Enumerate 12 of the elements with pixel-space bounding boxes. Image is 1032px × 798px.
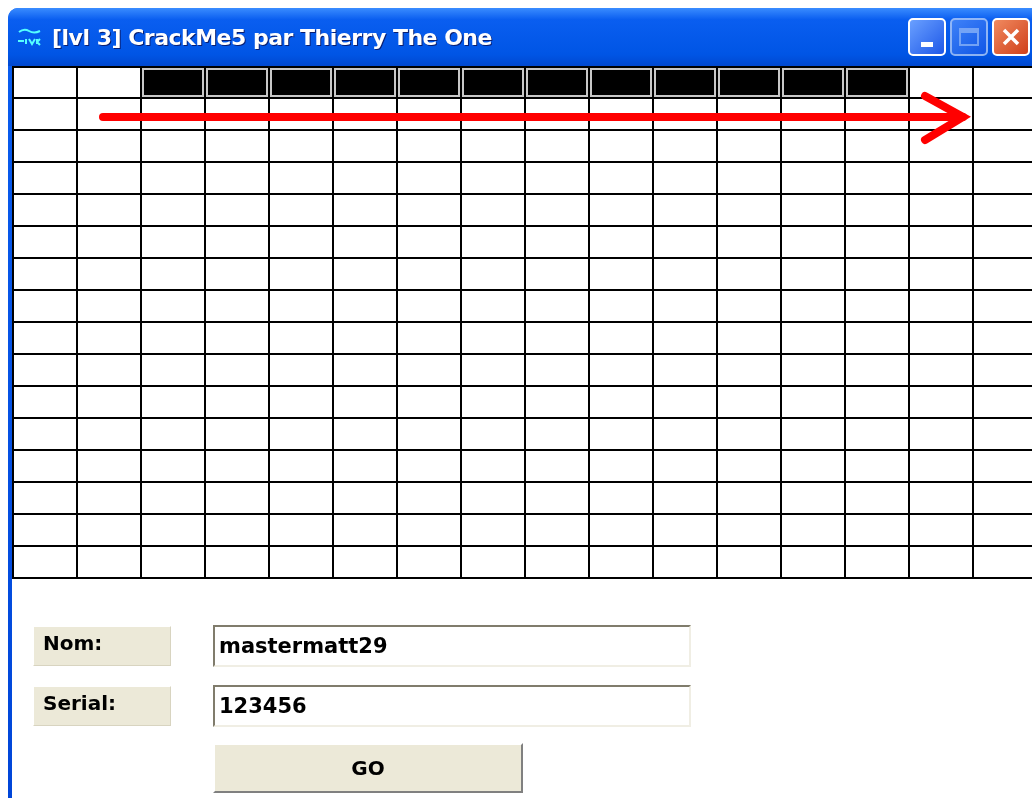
text-field[interactable]: 123456 bbox=[213, 685, 691, 727]
window-title: [lvl 3] CrackMe5 par Thierry The One bbox=[52, 24, 492, 50]
app-icon bbox=[16, 26, 44, 48]
close-button[interactable] bbox=[992, 18, 1030, 56]
go-button[interactable]: GO bbox=[213, 743, 523, 793]
field-label: Serial: bbox=[33, 686, 171, 726]
text-field[interactable]: mastermatt29 bbox=[213, 625, 691, 667]
minimize-button[interactable] bbox=[908, 18, 946, 56]
minimize-icon bbox=[921, 41, 933, 47]
field-label: Nom: bbox=[33, 626, 171, 666]
maximize-icon bbox=[959, 28, 979, 46]
maximize-button[interactable] bbox=[950, 18, 988, 56]
